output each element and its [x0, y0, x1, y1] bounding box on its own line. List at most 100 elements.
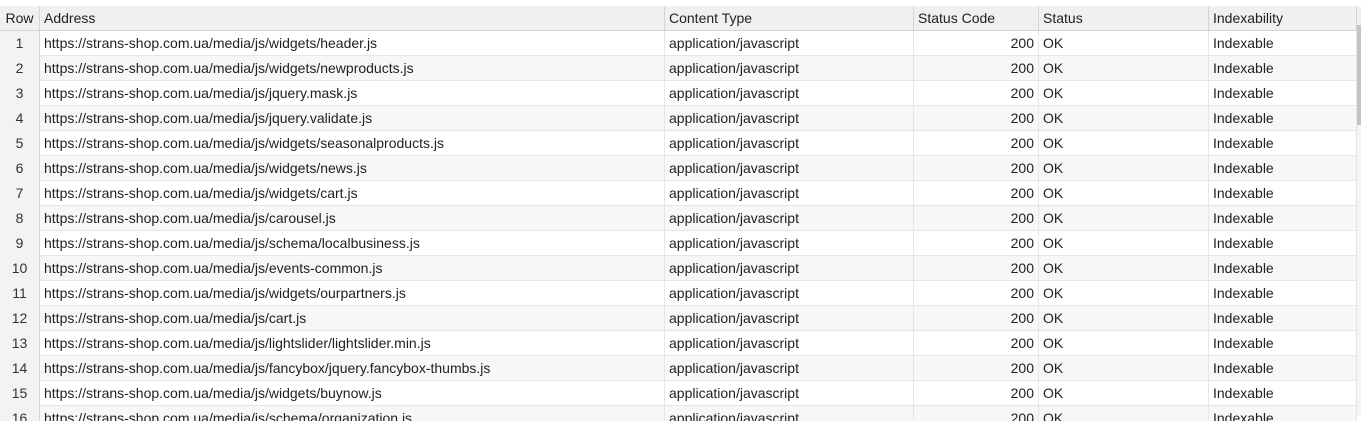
content-type-cell[interactable]: application/javascript [665, 106, 914, 131]
status-cell[interactable]: OK [1039, 156, 1209, 181]
scrollbar-thumb[interactable] [1357, 25, 1361, 125]
content-type-cell[interactable]: application/javascript [665, 281, 914, 306]
address-cell[interactable]: https://strans-shop.com.ua/media/js/sche… [40, 406, 665, 421]
status-cell[interactable]: OK [1039, 256, 1209, 281]
table-row[interactable]: 8 https://strans-shop.com.ua/media/js/ca… [0, 206, 1357, 231]
content-type-cell[interactable]: application/javascript [665, 81, 914, 106]
status-cell[interactable]: OK [1039, 106, 1209, 131]
address-cell[interactable]: https://strans-shop.com.ua/media/js/ligh… [40, 331, 665, 356]
content-type-cell[interactable]: application/javascript [665, 31, 914, 56]
indexability-cell[interactable]: Indexable [1209, 206, 1357, 231]
status-code-cell[interactable]: 200 [914, 206, 1039, 231]
column-header-address[interactable]: Address [40, 6, 665, 30]
status-cell[interactable]: OK [1039, 181, 1209, 206]
table-row[interactable]: 10 https://strans-shop.com.ua/media/js/e… [0, 256, 1357, 281]
address-cell[interactable]: https://strans-shop.com.ua/media/js/sche… [40, 231, 665, 256]
table-row[interactable]: 11 https://strans-shop.com.ua/media/js/w… [0, 281, 1357, 306]
status-cell[interactable]: OK [1039, 306, 1209, 331]
indexability-cell[interactable]: Indexable [1209, 56, 1357, 81]
address-cell[interactable]: https://strans-shop.com.ua/media/js/widg… [40, 281, 665, 306]
status-code-cell[interactable]: 200 [914, 156, 1039, 181]
status-cell[interactable]: OK [1039, 81, 1209, 106]
table-row[interactable]: 7 https://strans-shop.com.ua/media/js/wi… [0, 181, 1357, 206]
address-cell[interactable]: https://strans-shop.com.ua/media/js/widg… [40, 156, 665, 181]
indexability-cell[interactable]: Indexable [1209, 131, 1357, 156]
indexability-cell[interactable]: Indexable [1209, 31, 1357, 56]
address-cell[interactable]: https://strans-shop.com.ua/media/js/widg… [40, 381, 665, 406]
status-code-cell[interactable]: 200 [914, 381, 1039, 406]
content-type-cell[interactable]: application/javascript [665, 56, 914, 81]
column-header-status-code[interactable]: Status Code [914, 6, 1039, 30]
indexability-cell[interactable]: Indexable [1209, 181, 1357, 206]
table-row[interactable]: 2 https://strans-shop.com.ua/media/js/wi… [0, 56, 1357, 81]
status-code-cell[interactable]: 200 [914, 81, 1039, 106]
content-type-cell[interactable]: application/javascript [665, 206, 914, 231]
indexability-cell[interactable]: Indexable [1209, 331, 1357, 356]
column-header-indexability[interactable]: Indexability [1209, 6, 1357, 30]
content-type-cell[interactable]: application/javascript [665, 381, 914, 406]
status-cell[interactable]: OK [1039, 56, 1209, 81]
table-row[interactable]: 16 https://strans-shop.com.ua/media/js/s… [0, 406, 1357, 421]
address-cell[interactable]: https://strans-shop.com.ua/media/js/even… [40, 256, 665, 281]
address-cell[interactable]: https://strans-shop.com.ua/media/js/caro… [40, 206, 665, 231]
status-cell[interactable]: OK [1039, 356, 1209, 381]
content-type-cell[interactable]: application/javascript [665, 181, 914, 206]
status-cell[interactable]: OK [1039, 331, 1209, 356]
status-code-cell[interactable]: 200 [914, 181, 1039, 206]
indexability-cell[interactable]: Indexable [1209, 256, 1357, 281]
indexability-cell[interactable]: Indexable [1209, 156, 1357, 181]
status-code-cell[interactable]: 200 [914, 306, 1039, 331]
address-cell[interactable]: https://strans-shop.com.ua/media/js/widg… [40, 31, 665, 56]
column-header-status[interactable]: Status [1039, 6, 1209, 30]
address-cell[interactable]: https://strans-shop.com.ua/media/js/fanc… [40, 356, 665, 381]
indexability-cell[interactable]: Indexable [1209, 81, 1357, 106]
address-cell[interactable]: https://strans-shop.com.ua/media/js/widg… [40, 56, 665, 81]
table-row[interactable]: 1 https://strans-shop.com.ua/media/js/wi… [0, 31, 1357, 56]
table-row[interactable]: 14 https://strans-shop.com.ua/media/js/f… [0, 356, 1357, 381]
status-cell[interactable]: OK [1039, 31, 1209, 56]
status-code-cell[interactable]: 200 [914, 131, 1039, 156]
status-cell[interactable]: OK [1039, 206, 1209, 231]
address-cell[interactable]: https://strans-shop.com.ua/media/js/cart… [40, 306, 665, 331]
table-row[interactable]: 6 https://strans-shop.com.ua/media/js/wi… [0, 156, 1357, 181]
content-type-cell[interactable]: application/javascript [665, 131, 914, 156]
status-cell[interactable]: OK [1039, 406, 1209, 421]
status-code-cell[interactable]: 200 [914, 331, 1039, 356]
status-cell[interactable]: OK [1039, 281, 1209, 306]
column-header-row[interactable]: Row [0, 6, 40, 30]
address-cell[interactable]: https://strans-shop.com.ua/media/js/jque… [40, 81, 665, 106]
indexability-cell[interactable]: Indexable [1209, 281, 1357, 306]
status-cell[interactable]: OK [1039, 381, 1209, 406]
address-cell[interactable]: https://strans-shop.com.ua/media/js/widg… [40, 131, 665, 156]
table-row[interactable]: 12 https://strans-shop.com.ua/media/js/c… [0, 306, 1357, 331]
status-code-cell[interactable]: 200 [914, 356, 1039, 381]
indexability-cell[interactable]: Indexable [1209, 381, 1357, 406]
status-code-cell[interactable]: 200 [914, 256, 1039, 281]
status-code-cell[interactable]: 200 [914, 406, 1039, 421]
status-code-cell[interactable]: 200 [914, 231, 1039, 256]
table-row[interactable]: 13 https://strans-shop.com.ua/media/js/l… [0, 331, 1357, 356]
content-type-cell[interactable]: application/javascript [665, 331, 914, 356]
content-type-cell[interactable]: application/javascript [665, 406, 914, 421]
status-code-cell[interactable]: 200 [914, 31, 1039, 56]
content-type-cell[interactable]: application/javascript [665, 231, 914, 256]
status-code-cell[interactable]: 200 [914, 281, 1039, 306]
status-code-cell[interactable]: 200 [914, 56, 1039, 81]
indexability-cell[interactable]: Indexable [1209, 106, 1357, 131]
address-cell[interactable]: https://strans-shop.com.ua/media/js/widg… [40, 181, 665, 206]
content-type-cell[interactable]: application/javascript [665, 156, 914, 181]
content-type-cell[interactable]: application/javascript [665, 356, 914, 381]
content-type-cell[interactable]: application/javascript [665, 306, 914, 331]
table-row[interactable]: 9 https://strans-shop.com.ua/media/js/sc… [0, 231, 1357, 256]
status-cell[interactable]: OK [1039, 131, 1209, 156]
column-header-content-type[interactable]: Content Type [665, 6, 914, 30]
table-row[interactable]: 5 https://strans-shop.com.ua/media/js/wi… [0, 131, 1357, 156]
status-cell[interactable]: OK [1039, 231, 1209, 256]
table-row[interactable]: 15 https://strans-shop.com.ua/media/js/w… [0, 381, 1357, 406]
table-row[interactable]: 4 https://strans-shop.com.ua/media/js/jq… [0, 106, 1357, 131]
table-row[interactable]: 3 https://strans-shop.com.ua/media/js/jq… [0, 81, 1357, 106]
indexability-cell[interactable]: Indexable [1209, 306, 1357, 331]
status-code-cell[interactable]: 200 [914, 106, 1039, 131]
address-cell[interactable]: https://strans-shop.com.ua/media/js/jque… [40, 106, 665, 131]
indexability-cell[interactable]: Indexable [1209, 356, 1357, 381]
